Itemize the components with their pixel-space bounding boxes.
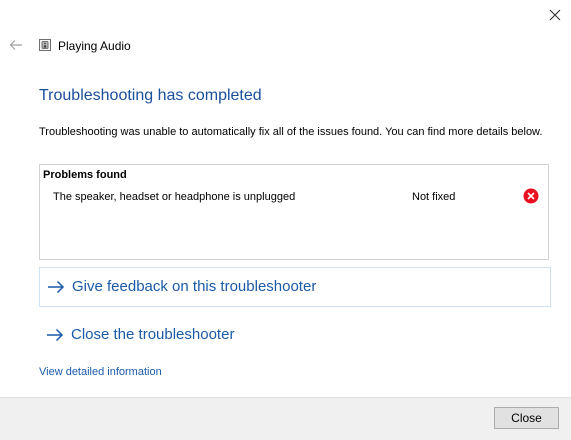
back-button[interactable]	[6, 36, 26, 54]
view-detailed-information-link[interactable]: View detailed information	[39, 365, 162, 379]
close-icon	[549, 9, 561, 21]
problem-text: The speaker, headset or headphone is unp…	[53, 191, 296, 203]
footer-bar: Close	[0, 397, 571, 440]
page-title: Troubleshooting has completed	[39, 87, 262, 104]
close-troubleshooter-label: Close the troubleshooter	[71, 326, 235, 343]
error-icon	[523, 188, 539, 204]
problems-list: Problems found The speaker, headset or h…	[39, 164, 549, 260]
arrow-right-icon	[48, 280, 65, 294]
speaker-icon	[39, 39, 51, 51]
give-feedback-label: Give feedback on this troubleshooter	[72, 278, 317, 295]
close-button[interactable]: Close	[494, 407, 559, 429]
arrow-right-icon	[47, 328, 64, 342]
give-feedback-link[interactable]: Give feedback on this troubleshooter	[39, 267, 551, 307]
close-troubleshooter-link[interactable]: Close the troubleshooter	[39, 315, 551, 355]
description-text: Troubleshooting was unable to automatica…	[39, 126, 543, 138]
problem-row[interactable]: The speaker, headset or headphone is unp…	[40, 187, 548, 207]
back-arrow-icon	[9, 40, 22, 50]
problems-header: Problems found	[43, 169, 127, 181]
window-close-button[interactable]	[540, 4, 570, 26]
problem-status: Not fixed	[412, 191, 456, 203]
app-title: Playing Audio	[58, 39, 131, 53]
